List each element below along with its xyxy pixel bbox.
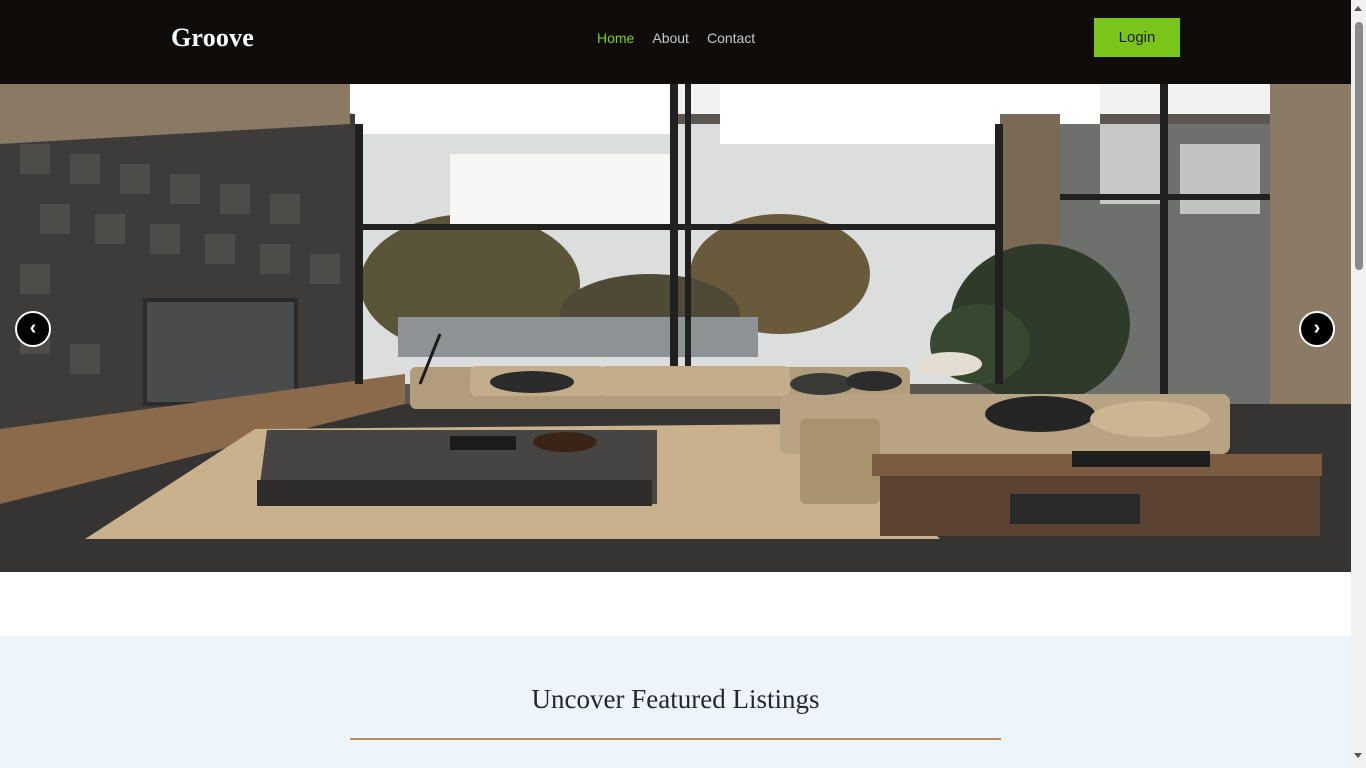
carousel-next-button[interactable]: › (1299, 311, 1335, 347)
featured-listings-section: Uncover Featured Listings (0, 636, 1351, 768)
title-divider (350, 738, 1001, 740)
site-header: Groove Home About Contact Login (0, 0, 1351, 84)
featured-listings-title: Uncover Featured Listings (531, 684, 820, 714)
carousel-prev-button[interactable]: ‹ (15, 311, 51, 347)
login-button[interactable]: Login (1094, 18, 1180, 57)
scroll-up-arrow-icon[interactable] (1354, 6, 1362, 11)
hero-image (0, 84, 1351, 572)
nav-contact-link[interactable]: Contact (707, 29, 755, 47)
scrollbar-thumb[interactable] (1355, 22, 1363, 270)
nav-home-link[interactable]: Home (597, 29, 634, 47)
hero-carousel: ‹ › (0, 84, 1351, 572)
page-scrollbar[interactable] (1351, 0, 1366, 768)
main-nav: Home About Contact (597, 29, 773, 47)
brand-logo[interactable]: Groove (171, 22, 254, 54)
scroll-down-arrow-icon[interactable] (1354, 753, 1362, 758)
nav-about-link[interactable]: About (652, 29, 689, 47)
